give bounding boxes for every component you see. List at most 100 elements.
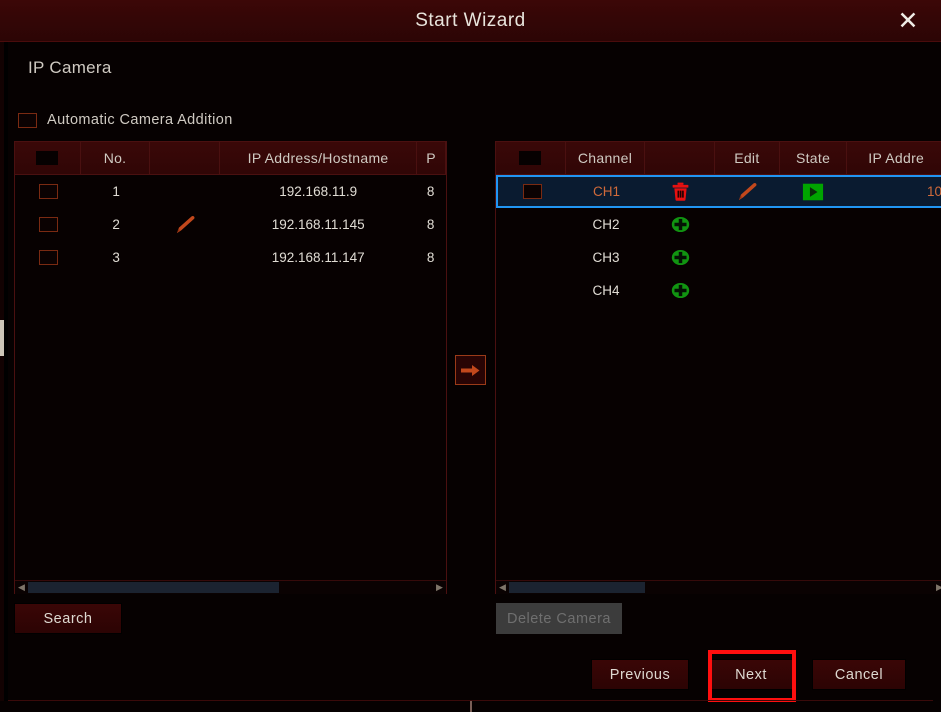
cell-edit[interactable] (715, 209, 779, 240)
cell-action[interactable] (646, 242, 715, 273)
cell-port: 8 (426, 250, 435, 265)
table-row[interactable]: 3 192.168.11.147 8 (15, 241, 446, 274)
row-checkbox[interactable] (39, 184, 59, 199)
cell-port: 8 (426, 184, 435, 199)
cell-edit[interactable] (715, 275, 779, 306)
channel-list-hscrollbar[interactable]: ◀ ▶ (496, 580, 941, 594)
scroll-thumb[interactable] (509, 582, 645, 593)
row-checkbox-cell[interactable] (497, 275, 566, 306)
cell-edit[interactable] (715, 242, 779, 273)
table-row[interactable]: CH1 10 (496, 175, 941, 208)
trash-icon[interactable] (670, 181, 691, 202)
cell-action[interactable] (646, 275, 715, 306)
column-header-edit[interactable]: Edit (715, 142, 780, 174)
scroll-right-icon[interactable]: ▶ (433, 581, 446, 594)
column-header-edit[interactable] (150, 142, 221, 174)
cell-ip-address (847, 275, 941, 306)
cell-no: 2 (112, 217, 120, 232)
next-button[interactable]: Next (709, 659, 793, 690)
add-to-channel-button[interactable] (455, 355, 486, 385)
scroll-left-icon[interactable]: ◀ (15, 581, 28, 594)
cell-ip-address (847, 209, 941, 240)
automatic-camera-addition-row[interactable]: Automatic Camera Addition (18, 112, 233, 128)
cell-no: 3 (112, 250, 120, 265)
cell-action[interactable] (646, 209, 715, 240)
cell-state[interactable] (779, 242, 846, 273)
title-bar: Start Wizard ✕ (0, 0, 941, 42)
channel-list-body: CH1 10 CH2 CH3 CH4 (496, 175, 941, 307)
cell-ip-address: 192.168.11.145 (271, 217, 365, 232)
pencil-icon[interactable] (174, 214, 196, 236)
plus-icon[interactable] (671, 249, 690, 266)
discovered-cameras-hscrollbar[interactable]: ◀ ▶ (15, 580, 446, 594)
pencil-icon[interactable] (736, 181, 758, 203)
cell-state[interactable] (779, 209, 846, 240)
row-checkbox-cell[interactable] (16, 176, 81, 207)
previous-button[interactable]: Previous (591, 659, 689, 690)
row-checkbox-cell[interactable] (16, 242, 81, 273)
cancel-button[interactable]: Cancel (812, 659, 906, 690)
column-header-no[interactable]: No. (81, 142, 151, 174)
start-wizard-window: Start Wizard ✕ IP Camera Automatic Camer… (0, 0, 941, 712)
cell-no: 1 (112, 184, 120, 199)
cell-state[interactable] (779, 275, 846, 306)
scroll-left-icon[interactable]: ◀ (496, 581, 509, 594)
discovered-cameras-header: No. IP Address/Hostname P (15, 142, 446, 175)
cell-edit[interactable] (151, 242, 220, 273)
taskbar-tick (470, 701, 472, 712)
window-title: Start Wizard (415, 10, 526, 31)
select-all-checkbox[interactable] (36, 151, 59, 165)
cell-channel: CH4 (592, 283, 620, 298)
column-header-state[interactable]: State (780, 142, 848, 174)
row-checkbox[interactable] (523, 184, 543, 199)
row-checkbox[interactable] (39, 217, 59, 232)
table-row[interactable]: CH4 (496, 274, 941, 307)
delete-camera-button: Delete Camera (496, 603, 622, 634)
plus-icon[interactable] (671, 282, 690, 299)
column-header-ip-address-hostname[interactable]: IP Address/Hostname (220, 142, 418, 174)
row-checkbox[interactable] (39, 250, 59, 265)
cell-ip-address: 192.168.11.9 (279, 184, 358, 199)
row-checkbox-cell[interactable] (16, 209, 81, 240)
discovered-cameras-body: 1 192.168.11.9 8 2 192.168.11.145 8 3 192.168.1… (15, 175, 446, 274)
select-all-header[interactable] (15, 142, 81, 174)
scroll-right-icon[interactable]: ▶ (933, 581, 941, 594)
automatic-camera-addition-label: Automatic Camera Addition (47, 112, 233, 128)
cell-edit[interactable] (151, 209, 220, 240)
cell-edit[interactable] (151, 176, 220, 207)
column-header-ip-address[interactable]: IP Addre (847, 142, 941, 174)
table-row[interactable]: 1 192.168.11.9 8 (15, 175, 446, 208)
table-row[interactable]: 2 192.168.11.145 8 (15, 208, 446, 241)
cell-ip-address: 192.168.11.147 (271, 250, 365, 265)
automatic-camera-addition-checkbox[interactable] (18, 112, 37, 128)
discovered-cameras-table: No. IP Address/Hostname P 1 192.168.11.9 8… (14, 141, 447, 594)
play-icon[interactable] (802, 183, 824, 201)
scroll-track[interactable] (509, 582, 933, 593)
row-checkbox-cell[interactable] (498, 177, 567, 206)
search-button[interactable]: Search (14, 603, 122, 634)
cell-channel: CH1 (593, 184, 621, 199)
cell-port: 8 (426, 217, 435, 232)
column-header-port[interactable]: P (417, 142, 446, 174)
column-header-action[interactable] (645, 142, 716, 174)
cell-action[interactable] (646, 177, 715, 206)
cell-channel: CH3 (592, 250, 620, 265)
select-all-channels-header[interactable] (496, 142, 566, 174)
table-row[interactable]: CH3 (496, 241, 941, 274)
scroll-thumb[interactable] (28, 582, 280, 593)
close-icon[interactable]: ✕ (889, 7, 927, 35)
arrow-right-icon (461, 364, 480, 376)
row-checkbox-cell[interactable] (497, 242, 566, 273)
cell-channel: CH2 (592, 217, 620, 232)
cell-edit[interactable] (715, 177, 779, 206)
channel-list-table: Channel Edit State IP Addre CH1 10 CH2 CH3 C… (495, 141, 941, 594)
plus-icon[interactable] (671, 216, 690, 233)
cell-state[interactable] (779, 177, 846, 206)
table-row[interactable]: CH2 (496, 208, 941, 241)
select-all-channels-checkbox[interactable] (519, 151, 542, 165)
scroll-track[interactable] (28, 582, 433, 593)
channel-list-header: Channel Edit State IP Addre (496, 142, 941, 175)
row-checkbox-cell[interactable] (497, 209, 566, 240)
window-left-border (4, 41, 8, 701)
column-header-channel[interactable]: Channel (566, 142, 646, 174)
